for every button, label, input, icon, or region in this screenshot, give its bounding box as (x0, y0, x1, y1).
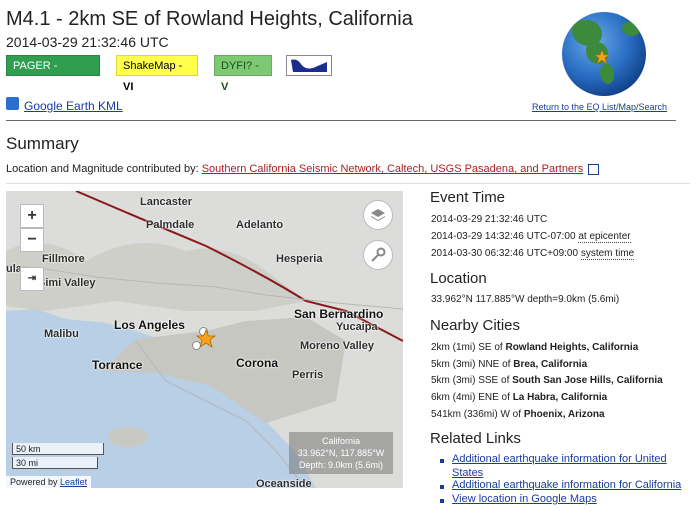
location-value: 33.962°N 117.885°W depth=9.0km (5.6mi) (431, 294, 620, 305)
star-epicenter-icon[interactable] (196, 329, 216, 349)
dyfi-badge-value: V (221, 81, 229, 93)
map-label-fillmore: Fillmore (42, 253, 85, 265)
contributor-link[interactable]: Southern California Seismic Network, Cal… (202, 163, 584, 175)
fullscreen-button[interactable]: ⇥ (20, 267, 44, 291)
event-time-local: 2014-03-29 14:32:46 UTC-07:00 at epicent… (431, 231, 631, 243)
scale-km: 50 km (12, 443, 104, 455)
nearby-city-distance: 5km (3mi) SSE of (431, 375, 513, 386)
list-bullet (440, 485, 444, 489)
attribution-prefix: Powered by (10, 477, 58, 487)
key-icon[interactable] (363, 240, 393, 270)
nearby-city-place: South San Jose Hills, California (512, 375, 663, 386)
list-bullet (440, 499, 444, 503)
related-link-united-states[interactable]: Additional earthquake information for Un… (452, 453, 667, 465)
pager-badge-value: GREEN (13, 81, 53, 93)
map-info-coords: 33.962°N, 117.885°W (297, 448, 385, 458)
header-divider (6, 120, 676, 121)
event-time-heading: Event Time (430, 189, 506, 206)
map-label-palmdale: Palmdale (146, 219, 195, 231)
contributor-line: Location and Magnitude contributed by: S… (6, 163, 600, 175)
nearby-city-distance: 5km (3mi) NNE of (431, 359, 514, 370)
shakemap-badge-value: VI (123, 81, 134, 93)
event-time-system: 2014-03-30 06:32:46 UTC+09:00 system tim… (431, 248, 635, 260)
globe-icon (562, 12, 646, 96)
nearby-city-distance: 6km (4mi) ENE of (431, 392, 513, 403)
map-label-perris: Perris (292, 369, 324, 381)
map-info-region: California (321, 436, 361, 446)
event-datetime: 2014-03-29 21:32:46 UTC (6, 34, 169, 50)
dyfi-badge[interactable]: DYFI? - V (214, 55, 272, 93)
globe-epicenter-icon (595, 50, 609, 64)
google-earth-kml-link[interactable]: Google Earth KML (24, 99, 123, 113)
layers-icon[interactable] (363, 200, 393, 230)
return-eq-list-link[interactable]: Return to the EQ List/Map/Search (532, 102, 667, 112)
list-bullet (440, 459, 444, 463)
map-label-lancaster: Lancaster (140, 196, 192, 208)
event-time-system-value: 2014-03-30 06:32:46 UTC+09:00 (431, 248, 581, 259)
map-label-los-angeles: Los Angeles (114, 318, 185, 332)
shakemap-badge-prefix: ShakeMap - (123, 60, 183, 72)
event-map[interactable]: Lancaster Palmdale Adelanto Fillmore Hes… (6, 191, 403, 488)
nearby-city-distance: 541km (336mi) W of (431, 409, 524, 420)
zoom-in-button[interactable]: + (20, 204, 44, 228)
nearby-city-place: La Habra, California (512, 392, 608, 403)
google-earth-icon[interactable] (6, 97, 19, 110)
event-time-system-suffix: system time (580, 248, 635, 260)
map-label-corona: Corona (236, 356, 278, 370)
summary-heading: Summary (6, 134, 79, 153)
nearby-city-item: 541km (336mi) W of Phoenix, Arizona (431, 409, 605, 420)
related-link-google-maps[interactable]: View location in Google Maps (452, 493, 597, 505)
nearby-city-place: Brea, California (513, 359, 588, 370)
nearby-city-item: 5km (3mi) SSE of South San Jose Hills, C… (431, 375, 663, 386)
map-label-hesperia: Hesperia (276, 253, 323, 265)
contributor-label: Location and Magnitude contributed by: (6, 163, 199, 175)
event-time-utc: 2014-03-29 21:32:46 UTC (431, 214, 548, 225)
location-heading: Location (430, 270, 487, 287)
dyfi-badge-prefix: DYFI? - (221, 60, 259, 72)
nearby-city-item: 2km (1mi) SE of Rowland Heights, Califor… (431, 342, 638, 353)
map-label-yucaipa: Yucaipa (336, 321, 378, 333)
map-label-malibu: Malibu (44, 328, 79, 340)
pager-badge[interactable]: PAGER - GREEN (6, 55, 100, 93)
nearby-city-place: Rowland Heights, California (505, 342, 639, 353)
map-label-san-bernardino: San Bernardino (294, 307, 384, 321)
event-time-local-value: 2014-03-29 14:32:46 UTC-07:00 (431, 231, 579, 242)
event-time-local-suffix: at epicenter (578, 231, 631, 243)
map-info-box: California 33.962°N, 117.885°W Depth: 9.… (289, 432, 393, 474)
nearby-city-item: 5km (3mi) NNE of Brea, California (431, 359, 587, 370)
dyfi-logo-icon[interactable] (286, 55, 332, 76)
external-link-icon[interactable] (588, 163, 600, 175)
nearby-city-distance: 2km (1mi) SE of (431, 342, 506, 353)
related-link-california[interactable]: Additional earthquake information for Ca… (452, 479, 681, 491)
shakemap-badge[interactable]: ShakeMap - VI (116, 55, 198, 93)
nearby-cities-heading: Nearby Cities (430, 317, 521, 334)
related-link-united-states-cont[interactable]: States (452, 467, 483, 479)
map-label-adelanto: Adelanto (236, 219, 284, 231)
map-attribution: Powered by Leaflet (6, 476, 92, 488)
event-title: M4.1 - 2km SE of Rowland Heights, Califo… (6, 8, 413, 30)
nearby-city-item: 6km (4mi) ENE of La Habra, California (431, 392, 607, 403)
related-links-heading: Related Links (430, 430, 521, 447)
scale-mi: 30 mi (12, 457, 98, 469)
map-label-moreno-valley: Moreno Valley (300, 340, 374, 352)
zoom-out-button[interactable]: − (20, 228, 44, 252)
map-label-oceanside: Oceanside (256, 478, 312, 488)
map-label-simi-valley: Simi Valley (38, 277, 96, 289)
nearby-city-place: Phoenix, Arizona (523, 409, 605, 420)
pager-badge-prefix: PAGER - (13, 60, 58, 72)
map-label-torrance: Torrance (92, 358, 143, 372)
map-info-depth: Depth: 9.0km (5.6mi) (298, 460, 384, 470)
leaflet-link[interactable]: Leaflet (60, 477, 87, 487)
summary-divider (6, 183, 690, 184)
